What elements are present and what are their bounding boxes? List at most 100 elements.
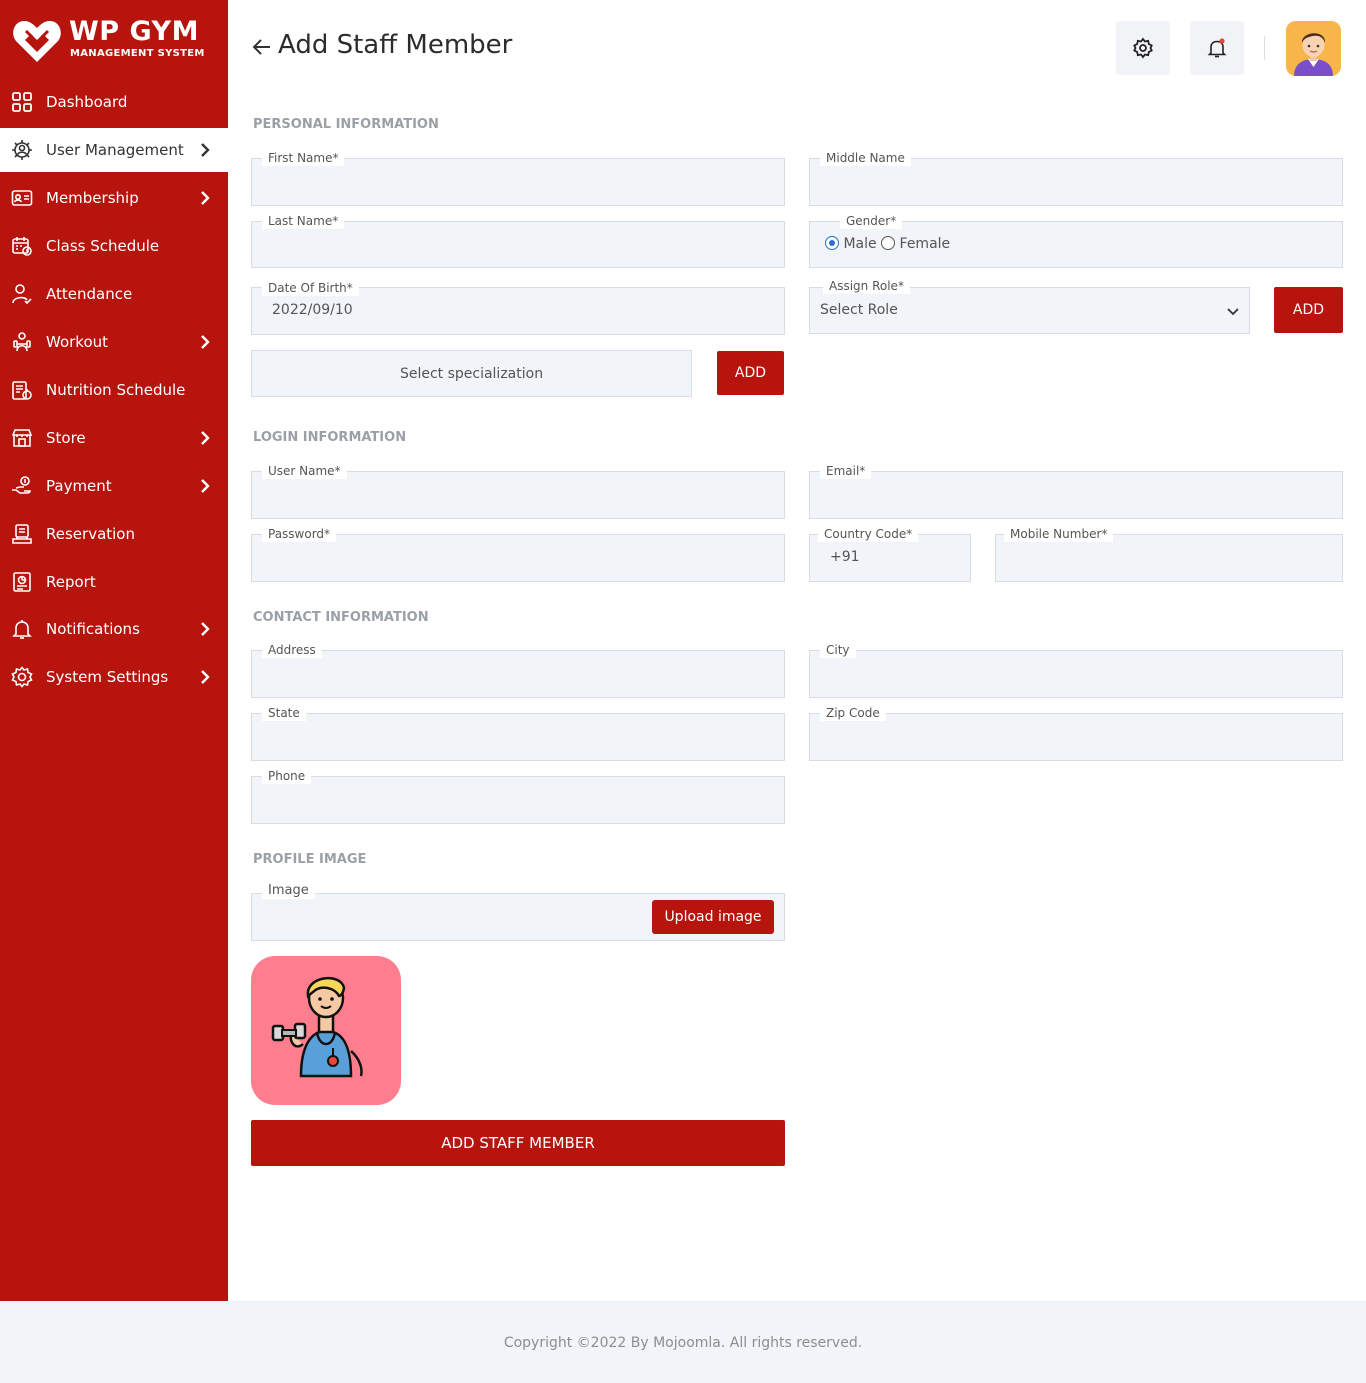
copyright-text: Copyright ©2022 By Mojoomla. All rights …: [503, 1335, 863, 1351]
sidebar-item-label: Membership: [46, 189, 139, 207]
assign-role-value: Select Role: [820, 302, 898, 318]
sidebar: WP GYM MANAGEMENT SYSTEM Dashboard User …: [0, 0, 228, 1301]
store-icon: [11, 427, 33, 449]
country-code-label: Country Code*: [818, 526, 919, 542]
chevron-right-icon: [201, 143, 210, 157]
chevron-right-icon: [201, 431, 210, 445]
calendar-icon: [11, 235, 33, 257]
gender-label: Gender*: [840, 213, 903, 229]
gear-icon: [11, 666, 33, 688]
email-field[interactable]: Email*: [809, 463, 1343, 519]
mobile-number-field[interactable]: Mobile Number*: [995, 526, 1343, 582]
city-label: City: [820, 642, 856, 658]
sidebar-item-workout[interactable]: Workout: [0, 320, 228, 364]
sidebar-item-label: Attendance: [46, 285, 133, 303]
chevron-right-icon: [201, 335, 210, 349]
address-field[interactable]: Address: [251, 642, 785, 698]
specialization-placeholder: Select specialization: [399, 365, 544, 382]
reservation-icon: [11, 523, 33, 545]
middle-name-label: Middle Name: [820, 150, 911, 166]
gender-female-radio[interactable]: [881, 236, 896, 250]
membership-card-icon: [11, 187, 33, 209]
last-name-field[interactable]: Last Name*: [251, 213, 785, 268]
sidebar-item-label: Reservation: [46, 525, 135, 543]
chevron-right-icon: [201, 622, 210, 636]
brand-subtitle: MANAGEMENT SYSTEM: [70, 48, 205, 59]
payment-icon: [11, 475, 33, 497]
sidebar-item-label: Report: [46, 573, 96, 591]
avatar[interactable]: [1286, 21, 1341, 76]
settings-button[interactable]: [1116, 21, 1170, 75]
mobile-number-label: Mobile Number*: [1004, 526, 1114, 542]
sidebar-item-label: Class Schedule: [46, 237, 160, 255]
sidebar-item-label: Payment: [46, 477, 112, 495]
first-name-field[interactable]: First Name*: [251, 150, 785, 206]
header-divider: [1264, 36, 1265, 60]
phone-label: Phone: [262, 768, 312, 784]
bell-icon: [11, 618, 33, 640]
sidebar-item-label: Workout: [46, 333, 109, 351]
section-login-information: LOGIN INFORMATION: [253, 430, 407, 445]
sidebar-item-store[interactable]: Store: [0, 416, 228, 460]
gender-field: Gender* Male Female: [809, 213, 1343, 268]
sidebar-item-user-management[interactable]: User Management: [0, 128, 228, 172]
add-specialization-button[interactable]: ADD: [717, 351, 784, 395]
country-code-field[interactable]: Country Code* +91: [809, 526, 971, 582]
state-field[interactable]: State: [251, 705, 785, 761]
gender-male-label[interactable]: Male: [843, 236, 876, 252]
back-arrow-icon[interactable]: [250, 36, 272, 58]
sidebar-item-attendance[interactable]: Attendance: [0, 272, 228, 316]
zip-code-label: Zip Code: [820, 705, 886, 721]
zip-code-field[interactable]: Zip Code: [809, 705, 1343, 761]
country-code-value: +91: [830, 549, 860, 565]
last-name-label: Last Name*: [262, 213, 345, 229]
assign-role-select[interactable]: Assign Role* Select Role: [809, 278, 1250, 334]
username-field[interactable]: User Name*: [251, 463, 785, 519]
gender-male-radio[interactable]: [825, 236, 839, 250]
section-contact-information: CONTACT INFORMATION: [253, 610, 429, 625]
user-check-icon: [11, 283, 33, 305]
user-avatar-icon: [1286, 21, 1341, 76]
users-gear-icon: [11, 139, 33, 161]
bell-icon: [1207, 38, 1227, 58]
chevron-right-icon: [201, 191, 210, 205]
add-staff-member-button[interactable]: ADD STAFF MEMBER: [251, 1120, 785, 1166]
gender-radio-group: Male Female: [825, 236, 950, 252]
add-role-button[interactable]: ADD: [1274, 287, 1343, 333]
notifications-button[interactable]: [1190, 21, 1244, 75]
assign-role-label: Assign Role*: [823, 278, 910, 294]
sidebar-item-label: User Management: [46, 141, 184, 159]
gender-female-label[interactable]: Female: [900, 236, 951, 252]
sidebar-item-dashboard[interactable]: Dashboard: [0, 80, 228, 124]
sidebar-item-reservation[interactable]: Reservation: [0, 512, 228, 556]
username-label: User Name*: [262, 463, 347, 479]
specialization-select[interactable]: Select specialization: [251, 350, 692, 397]
brand-logo[interactable]: WP GYM MANAGEMENT SYSTEM: [12, 16, 222, 66]
email-label: Email*: [820, 463, 872, 479]
sidebar-item-membership[interactable]: Membership: [0, 176, 228, 220]
section-profile-image: PROFILE IMAGE: [253, 852, 367, 867]
password-field[interactable]: Password*: [251, 526, 785, 582]
city-field[interactable]: City: [809, 642, 1343, 698]
sidebar-item-notifications[interactable]: Notifications: [0, 607, 228, 651]
sidebar-item-report[interactable]: Report: [0, 560, 228, 604]
sidebar-item-label: Notifications: [46, 620, 140, 638]
chevron-right-icon: [201, 670, 210, 684]
sidebar-item-label: Nutrition Schedule: [46, 381, 186, 399]
date-of-birth-field[interactable]: Date Of Birth* 2022/09/10: [251, 280, 785, 335]
sidebar-item-class-schedule[interactable]: Class Schedule: [0, 224, 228, 268]
middle-name-field[interactable]: Middle Name: [809, 150, 1343, 206]
chevron-down-icon: [1227, 308, 1239, 316]
sidebar-item-payment[interactable]: Payment: [0, 464, 228, 508]
heart-logo-icon: [13, 21, 61, 62]
first-name-label: First Name*: [262, 150, 345, 166]
sidebar-item-system-settings[interactable]: System Settings: [0, 655, 228, 699]
sidebar-item-label: Store: [46, 429, 86, 447]
password-label: Password*: [262, 526, 337, 542]
sidebar-item-nutrition-schedule[interactable]: Nutrition Schedule: [0, 368, 228, 412]
phone-field[interactable]: Phone: [251, 768, 785, 824]
upload-image-button[interactable]: Upload image: [652, 900, 774, 934]
gear-icon: [1133, 37, 1153, 59]
brand-title: WP GYM: [69, 16, 199, 47]
sidebar-item-label: Dashboard: [46, 93, 128, 111]
